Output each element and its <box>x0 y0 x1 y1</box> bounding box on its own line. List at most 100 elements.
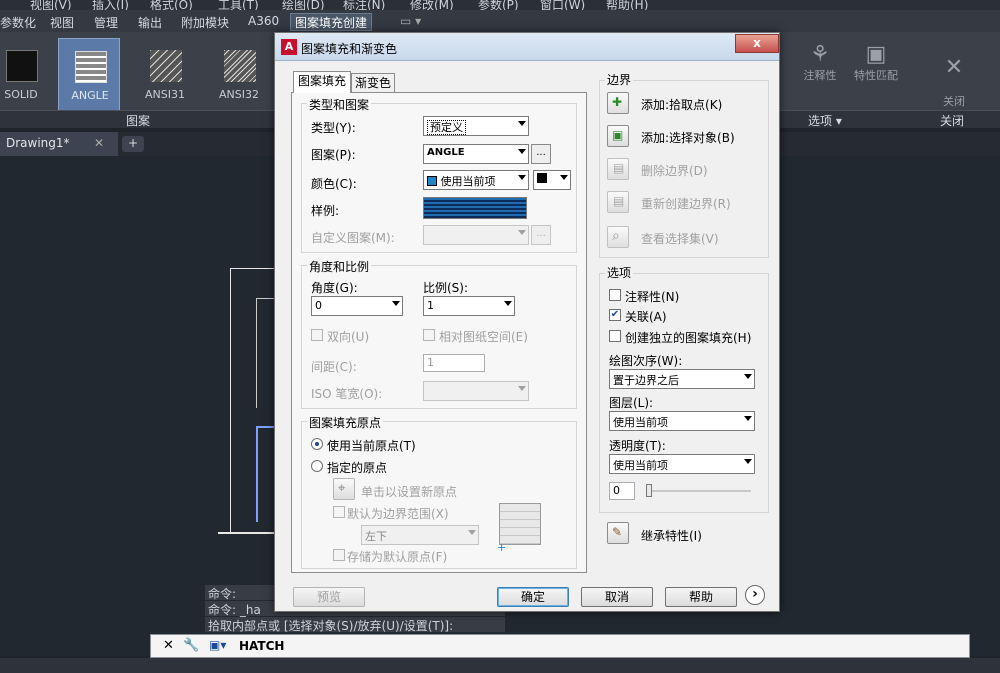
annotative-button[interactable]: ⚘ 注释性 <box>800 42 840 102</box>
chevron-down-icon <box>468 530 476 535</box>
pattern-value: ANGLE <box>427 147 465 158</box>
annotative-checkbox[interactable] <box>609 289 621 301</box>
menu-tools[interactable]: 工具(T) <box>218 0 259 10</box>
chevron-down-icon <box>392 301 400 306</box>
tab-output[interactable]: 输出 <box>138 14 162 31</box>
tab-view[interactable]: 视图 <box>50 14 74 31</box>
transparency-slider-track[interactable] <box>647 490 751 492</box>
draw-order-value: 置于边界之后 <box>613 374 679 387</box>
preview-button[interactable]: 预览 <box>293 587 365 607</box>
ok-button[interactable]: 确定 <box>497 587 569 607</box>
add-tab-button[interactable]: + <box>122 136 144 152</box>
add-select-label: 添加:选择对象(B) <box>641 131 735 145</box>
custom-pattern-select[interactable] <box>423 225 529 245</box>
menu-insert[interactable]: 插入(I) <box>92 0 129 10</box>
command-line[interactable]: ✕ 🔧 ▣▾ HATCH <box>150 634 970 658</box>
chevron-down-icon <box>518 149 526 154</box>
menu-param[interactable]: 参数(P) <box>478 0 519 10</box>
separate-hatches-checkbox[interactable] <box>609 330 621 342</box>
annotative-icon: ⚘ <box>810 42 830 67</box>
menu-draw[interactable]: 绘图(D) <box>282 0 325 10</box>
swatch-label: ANSI32 <box>219 88 259 101</box>
tab-addons[interactable]: 附加模块 <box>181 14 229 31</box>
menu-modify[interactable]: 修改(M) <box>410 0 454 10</box>
dialog-close-button[interactable]: x <box>735 34 779 53</box>
doc-tab-drawing1[interactable]: Drawing1* ✕ <box>0 132 118 156</box>
scale-select[interactable]: 1 <box>423 296 515 316</box>
tab-hatch-create[interactable]: 图案填充创建 <box>290 13 373 31</box>
annotative-label: 注释性 <box>803 69 837 82</box>
panel-pattern-label: 图案 <box>126 114 151 128</box>
add-select-objects-button[interactable]: ▣ <box>607 125 629 147</box>
type-pattern-title: 类型和图案 <box>307 96 372 113</box>
panel-options-label[interactable]: 选项 ▾ <box>808 112 842 129</box>
default-extents-label: 默认为边界范围(X) <box>347 507 449 521</box>
use-current-origin-radio[interactable] <box>311 438 323 450</box>
store-origin-checkbox[interactable] <box>333 549 345 561</box>
angle-select[interactable]: 0 <box>311 296 403 316</box>
pattern-select[interactable]: ANGLE <box>423 144 529 164</box>
menu-format[interactable]: 格式(O) <box>150 0 193 10</box>
tab-dropdown-icon[interactable]: ▭ ▾ <box>400 14 421 28</box>
panel-close-label: 关闭 <box>940 114 965 128</box>
inherit-properties-button[interactable]: ✎ <box>607 522 629 544</box>
layer-select[interactable]: 使用当前项 <box>609 411 755 431</box>
command-input[interactable]: HATCH <box>239 639 284 653</box>
chevron-down-icon <box>504 301 512 306</box>
iso-pen-select[interactable] <box>423 381 529 401</box>
tab-gradient[interactable]: 渐变色 <box>351 73 395 93</box>
tab-manage[interactable]: 管理 <box>94 14 118 31</box>
remove-boundaries-button[interactable]: ▤ <box>607 158 629 180</box>
menu-window[interactable]: 窗口(W) <box>540 0 585 10</box>
transparency-amount-input[interactable]: 0 <box>609 482 635 500</box>
spacing-input[interactable]: 1 <box>423 354 485 372</box>
custom-browse-button[interactable]: ... <box>531 225 551 245</box>
cmd-prompt-icon[interactable]: ▣▾ <box>209 638 226 652</box>
menu-help[interactable]: 帮助(H) <box>606 0 648 10</box>
close-tab-icon[interactable]: ✕ <box>94 136 104 150</box>
close-hatch-button[interactable]: ✕ 关闭 图案填充创建 <box>912 42 996 124</box>
swatch-label: ANSI31 <box>145 88 185 101</box>
pattern-label: 图案(P): <box>311 148 356 162</box>
match-properties-button[interactable]: ▣ 特性匹配 <box>848 42 904 102</box>
add-pick-points-button[interactable]: ✚ <box>607 92 629 114</box>
layer-label: 图层(L): <box>609 396 654 410</box>
cancel-button[interactable]: 取消 <box>581 587 653 607</box>
sample-preview[interactable] <box>423 197 527 219</box>
pattern-browse-button[interactable]: ... <box>531 144 551 164</box>
transparency-select[interactable]: 使用当前项 <box>609 454 755 474</box>
relative-paper-checkbox[interactable] <box>423 329 435 341</box>
tab-hatch[interactable]: 图案填充 <box>293 71 351 93</box>
color-select[interactable]: 使用当前项 <box>423 170 529 190</box>
set-origin-button[interactable]: ⌖ <box>333 478 355 500</box>
double-checkbox[interactable] <box>311 329 323 341</box>
type-select[interactable]: 预定义 <box>423 116 529 136</box>
view-selections-button[interactable]: ⌕ <box>607 226 629 248</box>
recreate-boundary-button[interactable]: ▤ <box>607 191 629 213</box>
recreate-boundary-icon: ▤ <box>613 194 625 208</box>
bgcolor-select[interactable] <box>533 170 571 190</box>
double-label: 双向(U) <box>327 330 370 344</box>
chevron-down-icon <box>560 175 568 180</box>
menu-view[interactable]: 视图(V) <box>30 0 72 10</box>
default-extents-checkbox[interactable] <box>333 506 345 518</box>
tab-a360[interactable]: A360 <box>248 14 279 28</box>
ansi31-icon <box>150 50 182 82</box>
specified-origin-radio[interactable] <box>311 460 323 472</box>
associative-checkbox[interactable]: ✔ <box>609 309 621 321</box>
wrench-icon[interactable]: 🔧 <box>183 638 199 653</box>
origin-position-value: 左下 <box>365 530 387 543</box>
set-origin-label: 单击以设置新原点 <box>361 485 458 499</box>
scale-label: 比例(S): <box>423 281 469 295</box>
custom-pattern-label: 自定义图案(M): <box>311 231 395 245</box>
tab-param[interactable]: 参数化 <box>0 14 36 31</box>
origin-position-select[interactable]: 左下 <box>361 525 479 545</box>
more-options-button[interactable]: › <box>745 585 765 605</box>
menu-dim[interactable]: 标注(N) <box>343 0 385 10</box>
transparency-slider-thumb[interactable] <box>646 484 652 497</box>
draw-order-select[interactable]: 置于边界之后 <box>609 369 755 389</box>
help-button[interactable]: 帮助 <box>665 587 737 607</box>
close-cmd-icon[interactable]: ✕ <box>163 638 174 653</box>
sample-label: 样例: <box>311 204 340 218</box>
chevron-down-icon <box>744 459 752 464</box>
